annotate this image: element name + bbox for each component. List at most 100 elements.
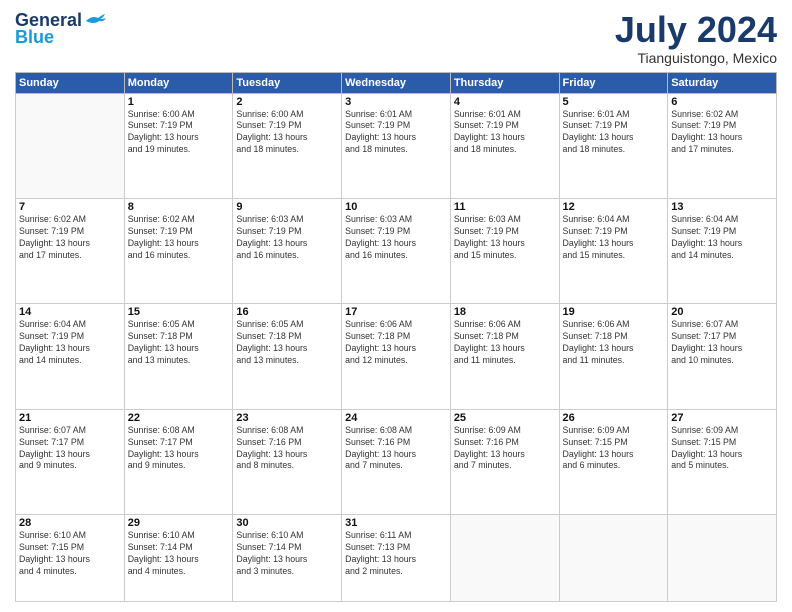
day-info: Sunrise: 6:05 AMSunset: 7:18 PMDaylight:…	[236, 319, 338, 367]
header-friday: Friday	[559, 72, 668, 93]
table-row: 5Sunrise: 6:01 AMSunset: 7:19 PMDaylight…	[559, 93, 668, 198]
table-row: 10Sunrise: 6:03 AMSunset: 7:19 PMDayligh…	[342, 198, 451, 303]
table-row: 18Sunrise: 6:06 AMSunset: 7:18 PMDayligh…	[450, 304, 559, 409]
day-info: Sunrise: 6:09 AMSunset: 7:15 PMDaylight:…	[563, 425, 665, 473]
day-info: Sunrise: 6:09 AMSunset: 7:16 PMDaylight:…	[454, 425, 556, 473]
location: Tianguistongo, Mexico	[615, 50, 777, 66]
table-row: 25Sunrise: 6:09 AMSunset: 7:16 PMDayligh…	[450, 409, 559, 514]
day-number: 23	[236, 412, 338, 424]
day-info: Sunrise: 6:03 AMSunset: 7:19 PMDaylight:…	[454, 214, 556, 262]
day-number: 31	[345, 517, 447, 529]
table-row	[450, 515, 559, 602]
page-header: General Blue July 2024 Tianguistongo, Me…	[15, 10, 777, 66]
table-row: 27Sunrise: 6:09 AMSunset: 7:15 PMDayligh…	[668, 409, 777, 514]
day-number: 13	[671, 201, 773, 213]
day-number: 26	[563, 412, 665, 424]
day-number: 15	[128, 306, 230, 318]
table-row: 13Sunrise: 6:04 AMSunset: 7:19 PMDayligh…	[668, 198, 777, 303]
table-row: 12Sunrise: 6:04 AMSunset: 7:19 PMDayligh…	[559, 198, 668, 303]
table-row	[16, 93, 125, 198]
day-info: Sunrise: 6:09 AMSunset: 7:15 PMDaylight:…	[671, 425, 773, 473]
header-saturday: Saturday	[668, 72, 777, 93]
table-row: 11Sunrise: 6:03 AMSunset: 7:19 PMDayligh…	[450, 198, 559, 303]
day-info: Sunrise: 6:01 AMSunset: 7:19 PMDaylight:…	[345, 109, 447, 157]
day-number: 17	[345, 306, 447, 318]
day-info: Sunrise: 6:02 AMSunset: 7:19 PMDaylight:…	[671, 109, 773, 157]
day-info: Sunrise: 6:10 AMSunset: 7:14 PMDaylight:…	[236, 530, 338, 578]
day-number: 18	[454, 306, 556, 318]
day-number: 20	[671, 306, 773, 318]
day-info: Sunrise: 6:02 AMSunset: 7:19 PMDaylight:…	[128, 214, 230, 262]
calendar-header-row: Sunday Monday Tuesday Wednesday Thursday…	[16, 72, 777, 93]
day-number: 3	[345, 96, 447, 108]
day-number: 21	[19, 412, 121, 424]
day-info: Sunrise: 6:06 AMSunset: 7:18 PMDaylight:…	[563, 319, 665, 367]
calendar-table: Sunday Monday Tuesday Wednesday Thursday…	[15, 72, 777, 602]
day-number: 1	[128, 96, 230, 108]
logo: General Blue	[15, 10, 106, 48]
day-number: 6	[671, 96, 773, 108]
day-number: 16	[236, 306, 338, 318]
table-row: 31Sunrise: 6:11 AMSunset: 7:13 PMDayligh…	[342, 515, 451, 602]
day-number: 24	[345, 412, 447, 424]
table-row: 20Sunrise: 6:07 AMSunset: 7:17 PMDayligh…	[668, 304, 777, 409]
logo-bird-icon	[84, 13, 106, 29]
day-number: 19	[563, 306, 665, 318]
header-sunday: Sunday	[16, 72, 125, 93]
day-number: 11	[454, 201, 556, 213]
day-info: Sunrise: 6:08 AMSunset: 7:17 PMDaylight:…	[128, 425, 230, 473]
table-row: 16Sunrise: 6:05 AMSunset: 7:18 PMDayligh…	[233, 304, 342, 409]
day-number: 10	[345, 201, 447, 213]
table-row	[559, 515, 668, 602]
table-row: 4Sunrise: 6:01 AMSunset: 7:19 PMDaylight…	[450, 93, 559, 198]
day-info: Sunrise: 6:06 AMSunset: 7:18 PMDaylight:…	[454, 319, 556, 367]
day-number: 27	[671, 412, 773, 424]
day-info: Sunrise: 6:11 AMSunset: 7:13 PMDaylight:…	[345, 530, 447, 578]
day-number: 14	[19, 306, 121, 318]
day-number: 5	[563, 96, 665, 108]
day-info: Sunrise: 6:07 AMSunset: 7:17 PMDaylight:…	[671, 319, 773, 367]
logo-line2: Blue	[15, 27, 54, 48]
day-info: Sunrise: 6:01 AMSunset: 7:19 PMDaylight:…	[454, 109, 556, 157]
table-row: 9Sunrise: 6:03 AMSunset: 7:19 PMDaylight…	[233, 198, 342, 303]
table-row: 23Sunrise: 6:08 AMSunset: 7:16 PMDayligh…	[233, 409, 342, 514]
day-info: Sunrise: 6:10 AMSunset: 7:15 PMDaylight:…	[19, 530, 121, 578]
table-row: 22Sunrise: 6:08 AMSunset: 7:17 PMDayligh…	[124, 409, 233, 514]
day-info: Sunrise: 6:00 AMSunset: 7:19 PMDaylight:…	[236, 109, 338, 157]
table-row: 2Sunrise: 6:00 AMSunset: 7:19 PMDaylight…	[233, 93, 342, 198]
day-info: Sunrise: 6:08 AMSunset: 7:16 PMDaylight:…	[345, 425, 447, 473]
day-info: Sunrise: 6:03 AMSunset: 7:19 PMDaylight:…	[345, 214, 447, 262]
table-row: 6Sunrise: 6:02 AMSunset: 7:19 PMDaylight…	[668, 93, 777, 198]
table-row: 17Sunrise: 6:06 AMSunset: 7:18 PMDayligh…	[342, 304, 451, 409]
table-row: 26Sunrise: 6:09 AMSunset: 7:15 PMDayligh…	[559, 409, 668, 514]
day-number: 25	[454, 412, 556, 424]
day-number: 4	[454, 96, 556, 108]
day-number: 2	[236, 96, 338, 108]
day-number: 30	[236, 517, 338, 529]
day-number: 12	[563, 201, 665, 213]
header-monday: Monday	[124, 72, 233, 93]
day-info: Sunrise: 6:03 AMSunset: 7:19 PMDaylight:…	[236, 214, 338, 262]
table-row: 3Sunrise: 6:01 AMSunset: 7:19 PMDaylight…	[342, 93, 451, 198]
day-number: 28	[19, 517, 121, 529]
header-tuesday: Tuesday	[233, 72, 342, 93]
day-number: 9	[236, 201, 338, 213]
table-row: 19Sunrise: 6:06 AMSunset: 7:18 PMDayligh…	[559, 304, 668, 409]
day-info: Sunrise: 6:08 AMSunset: 7:16 PMDaylight:…	[236, 425, 338, 473]
month-title: July 2024	[615, 10, 777, 50]
table-row: 24Sunrise: 6:08 AMSunset: 7:16 PMDayligh…	[342, 409, 451, 514]
table-row: 8Sunrise: 6:02 AMSunset: 7:19 PMDaylight…	[124, 198, 233, 303]
day-info: Sunrise: 6:04 AMSunset: 7:19 PMDaylight:…	[671, 214, 773, 262]
table-row: 29Sunrise: 6:10 AMSunset: 7:14 PMDayligh…	[124, 515, 233, 602]
day-number: 29	[128, 517, 230, 529]
table-row: 30Sunrise: 6:10 AMSunset: 7:14 PMDayligh…	[233, 515, 342, 602]
day-number: 7	[19, 201, 121, 213]
table-row: 14Sunrise: 6:04 AMSunset: 7:19 PMDayligh…	[16, 304, 125, 409]
day-info: Sunrise: 6:10 AMSunset: 7:14 PMDaylight:…	[128, 530, 230, 578]
day-info: Sunrise: 6:07 AMSunset: 7:17 PMDaylight:…	[19, 425, 121, 473]
table-row: 28Sunrise: 6:10 AMSunset: 7:15 PMDayligh…	[16, 515, 125, 602]
day-info: Sunrise: 6:02 AMSunset: 7:19 PMDaylight:…	[19, 214, 121, 262]
title-block: July 2024 Tianguistongo, Mexico	[615, 10, 777, 66]
day-number: 22	[128, 412, 230, 424]
day-info: Sunrise: 6:05 AMSunset: 7:18 PMDaylight:…	[128, 319, 230, 367]
